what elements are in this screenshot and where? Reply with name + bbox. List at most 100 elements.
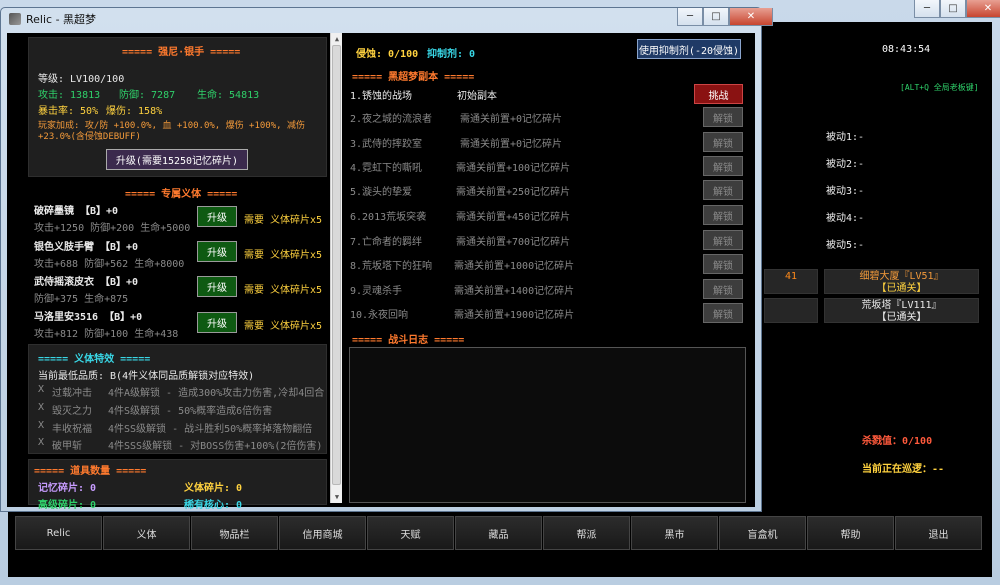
corrosion-value: 侵蚀: 0/100 xyxy=(356,49,419,60)
character-header: ===== 强尼·银手 ===== xyxy=(122,47,241,58)
menu-credit-shop-button[interactable]: 信用商城 xyxy=(279,516,366,550)
scroll-down-icon[interactable]: ▼ xyxy=(331,491,343,503)
dungeon-name: 2.夜之城的流浪者 xyxy=(350,114,433,125)
main-minimize-button[interactable]: ─ xyxy=(914,0,940,18)
main-close-button[interactable]: ✕ xyxy=(966,0,1000,18)
character-defense: 防御: 7287 xyxy=(119,90,176,101)
rare-core-count: 稀有核心: 0 xyxy=(184,500,243,511)
challenge-button[interactable]: 挑战 xyxy=(694,84,743,104)
implant-shard-count: 义体碎片: 0 xyxy=(184,483,243,494)
dungeons-header: ===== 黑超梦副本 ===== xyxy=(352,72,475,83)
character-upgrade-button[interactable]: 升级(需要15250记忆碎片) xyxy=(106,149,248,170)
dungeon-row: 5.漩头的挚爱 需通关前置+250记忆碎片 解锁 xyxy=(350,180,745,200)
dialog-maximize-button[interactable]: □ xyxy=(703,8,729,26)
menu-collection-button[interactable]: 藏品 xyxy=(455,516,542,550)
menu-relic-button[interactable]: Relic xyxy=(15,516,102,550)
implant-name: 马洛里安3516 【B】+0 xyxy=(34,312,143,323)
implant-upgrade-button[interactable]: 升级 xyxy=(197,276,237,297)
dungeon-card-status: 【已通关】 xyxy=(876,312,927,323)
left-panel-scrollbar[interactable]: ▲ ▼ xyxy=(330,33,342,503)
battle-log-header: ===== 战斗日志 ===== xyxy=(352,335,465,346)
implant-need-label: 需要 xyxy=(244,215,264,226)
dungeon-name: 6.2013荒坂突袭 xyxy=(350,212,427,223)
unlock-button[interactable]: 解锁 xyxy=(703,132,743,152)
menu-help-button[interactable]: 帮助 xyxy=(807,516,894,550)
implant-upgrade-button[interactable]: 升级 xyxy=(197,206,237,227)
dungeon-name: 4.霓虹下的嘶吼 xyxy=(350,163,423,174)
dialog-titlebar: Relic - 黑超梦 xyxy=(9,11,96,27)
menu-implant-button[interactable]: 义体 xyxy=(103,516,190,550)
trait-desc: 4件SS级解锁 - 战斗胜利50%概率掉落物翻倍 xyxy=(108,424,313,435)
implant-need-label: 需要 xyxy=(244,321,264,332)
battle-log[interactable] xyxy=(349,347,746,503)
dungeon-name: 9.灵魂杀手 xyxy=(350,286,403,297)
dungeon-requirement: 需通关前置+450记忆碎片 xyxy=(456,212,571,223)
unlock-button[interactable]: 解锁 xyxy=(703,180,743,200)
use-inhibitor-button[interactable]: 使用抑制剂(-20侵蚀) xyxy=(637,39,741,59)
unlock-button[interactable]: 解锁 xyxy=(703,230,743,250)
menu-black-market-button[interactable]: 黑市 xyxy=(631,516,718,550)
dungeon-row: 6.2013荒坂突袭 需通关前置+450记忆碎片 解锁 xyxy=(350,205,745,225)
trait-mark: X xyxy=(38,384,45,395)
passive-slot-2: 被动2:- xyxy=(826,159,865,170)
dungeon-card-fragment[interactable]: 41 xyxy=(764,269,818,294)
items-header: ===== 道具数量 ===== xyxy=(34,466,147,477)
implant-need-label: 需要 xyxy=(244,285,264,296)
implant-cost: 义体碎片x5 xyxy=(270,321,323,332)
dungeon-requirement: 需通关前置+700记忆碎片 xyxy=(456,237,571,248)
dungeon-name: 1.锈蚀的战场 xyxy=(350,91,413,102)
unlock-button[interactable]: 解锁 xyxy=(703,107,743,127)
passive-slot-1: 被动1:- xyxy=(826,132,865,143)
character-crit-rate: 暴击率: 50% xyxy=(38,106,99,117)
dungeon-row: 4.霓虹下的嘶吼 需通关前置+100记忆碎片 解锁 xyxy=(350,156,745,176)
menu-blind-box-button[interactable]: 盲盒机 xyxy=(719,516,806,550)
implant-cost: 义体碎片x5 xyxy=(270,215,323,226)
menu-talent-button[interactable]: 天赋 xyxy=(367,516,454,550)
menu-gang-button[interactable]: 帮派 xyxy=(543,516,630,550)
dungeon-name: 5.漩头的挚爱 xyxy=(350,187,413,198)
menu-inventory-button[interactable]: 物品栏 xyxy=(191,516,278,550)
character-crit-damage: 爆伤: 158% xyxy=(106,106,163,117)
unlock-button[interactable]: 解锁 xyxy=(703,279,743,299)
unlock-button[interactable]: 解锁 xyxy=(703,156,743,176)
unlock-button[interactable]: 解锁 xyxy=(703,205,743,225)
main-maximize-button[interactable]: □ xyxy=(940,0,966,18)
implant-stats: 防御+375 生命+875 xyxy=(34,294,129,305)
dungeon-card-fragment-2[interactable] xyxy=(764,298,818,323)
dialog-close-button[interactable]: ✕ xyxy=(729,8,773,26)
dungeon-name: 7.亡命者的羁绊 xyxy=(350,237,423,248)
implant-stats: 攻击+688 防御+562 生命+8000 xyxy=(34,259,185,270)
dialog-window-controls: ─ □ ✕ xyxy=(677,8,773,26)
dungeon-requirement: 需通关前置+0记忆碎片 xyxy=(460,139,563,150)
dungeon-card[interactable]: 荒坂塔『LV111』 【已通关】 xyxy=(824,298,979,323)
dungeon-card[interactable]: 细碧大厦『LV51』 【已通关】 xyxy=(824,269,979,294)
inhibitor-count: 抑制剂: 0 xyxy=(427,49,476,60)
dungeon-name: 10.永夜回响 xyxy=(350,310,409,321)
trait-name: 过载冲击 xyxy=(52,388,92,399)
implant-stats: 攻击+1250 防御+200 生命+5000 xyxy=(34,223,191,234)
unlock-button[interactable]: 解锁 xyxy=(703,254,743,274)
advanced-shard-count: 高级碎片: 0 xyxy=(38,500,97,511)
trait-desc: 4件SSS级解锁 - 对BOSS伤害+100%(2倍伤害) xyxy=(108,441,323,452)
dialog-minimize-button[interactable]: ─ xyxy=(677,8,703,26)
dungeon-row: 7.亡命者的羁绊 需通关前置+700记忆碎片 解锁 xyxy=(350,230,745,250)
unlock-button[interactable]: 解锁 xyxy=(703,303,743,323)
implant-upgrade-button[interactable]: 升级 xyxy=(197,241,237,262)
trait-mark: X xyxy=(38,437,45,448)
dungeon-requirement: 初始副本 xyxy=(457,91,497,102)
scroll-thumb[interactable] xyxy=(332,45,341,485)
trait-mark: X xyxy=(38,420,45,431)
dungeon-requirement: 需通关前置+1400记忆碎片 xyxy=(454,286,575,297)
dungeon-row: 8.荒坂塔下的狂响 需通关前置+1000记忆碎片 解锁 xyxy=(350,254,745,274)
menu-exit-button[interactable]: 退出 xyxy=(895,516,982,550)
traits-header: ===== 义体特效 ===== xyxy=(38,354,151,365)
implant-stats: 攻击+812 防御+100 生命+438 xyxy=(34,329,179,340)
dungeon-row: 3.武侍的摔跤室 需通关前置+0记忆碎片 解锁 xyxy=(350,132,745,152)
dungeon-card-title: 细碧大厦『LV51』 xyxy=(859,271,944,282)
implant-upgrade-button[interactable]: 升级 xyxy=(197,312,237,333)
main-window-controls: ─ □ ✕ xyxy=(914,0,1000,18)
scroll-up-icon[interactable]: ▲ xyxy=(331,33,343,45)
dungeon-row: 2.夜之城的流浪者 需通关前置+0记忆碎片 解锁 xyxy=(350,107,745,127)
dungeon-requirement: 需通关前置+0记忆碎片 xyxy=(460,114,563,125)
boss-key-hint: [ALT+Q 全局老板键] xyxy=(900,83,979,92)
